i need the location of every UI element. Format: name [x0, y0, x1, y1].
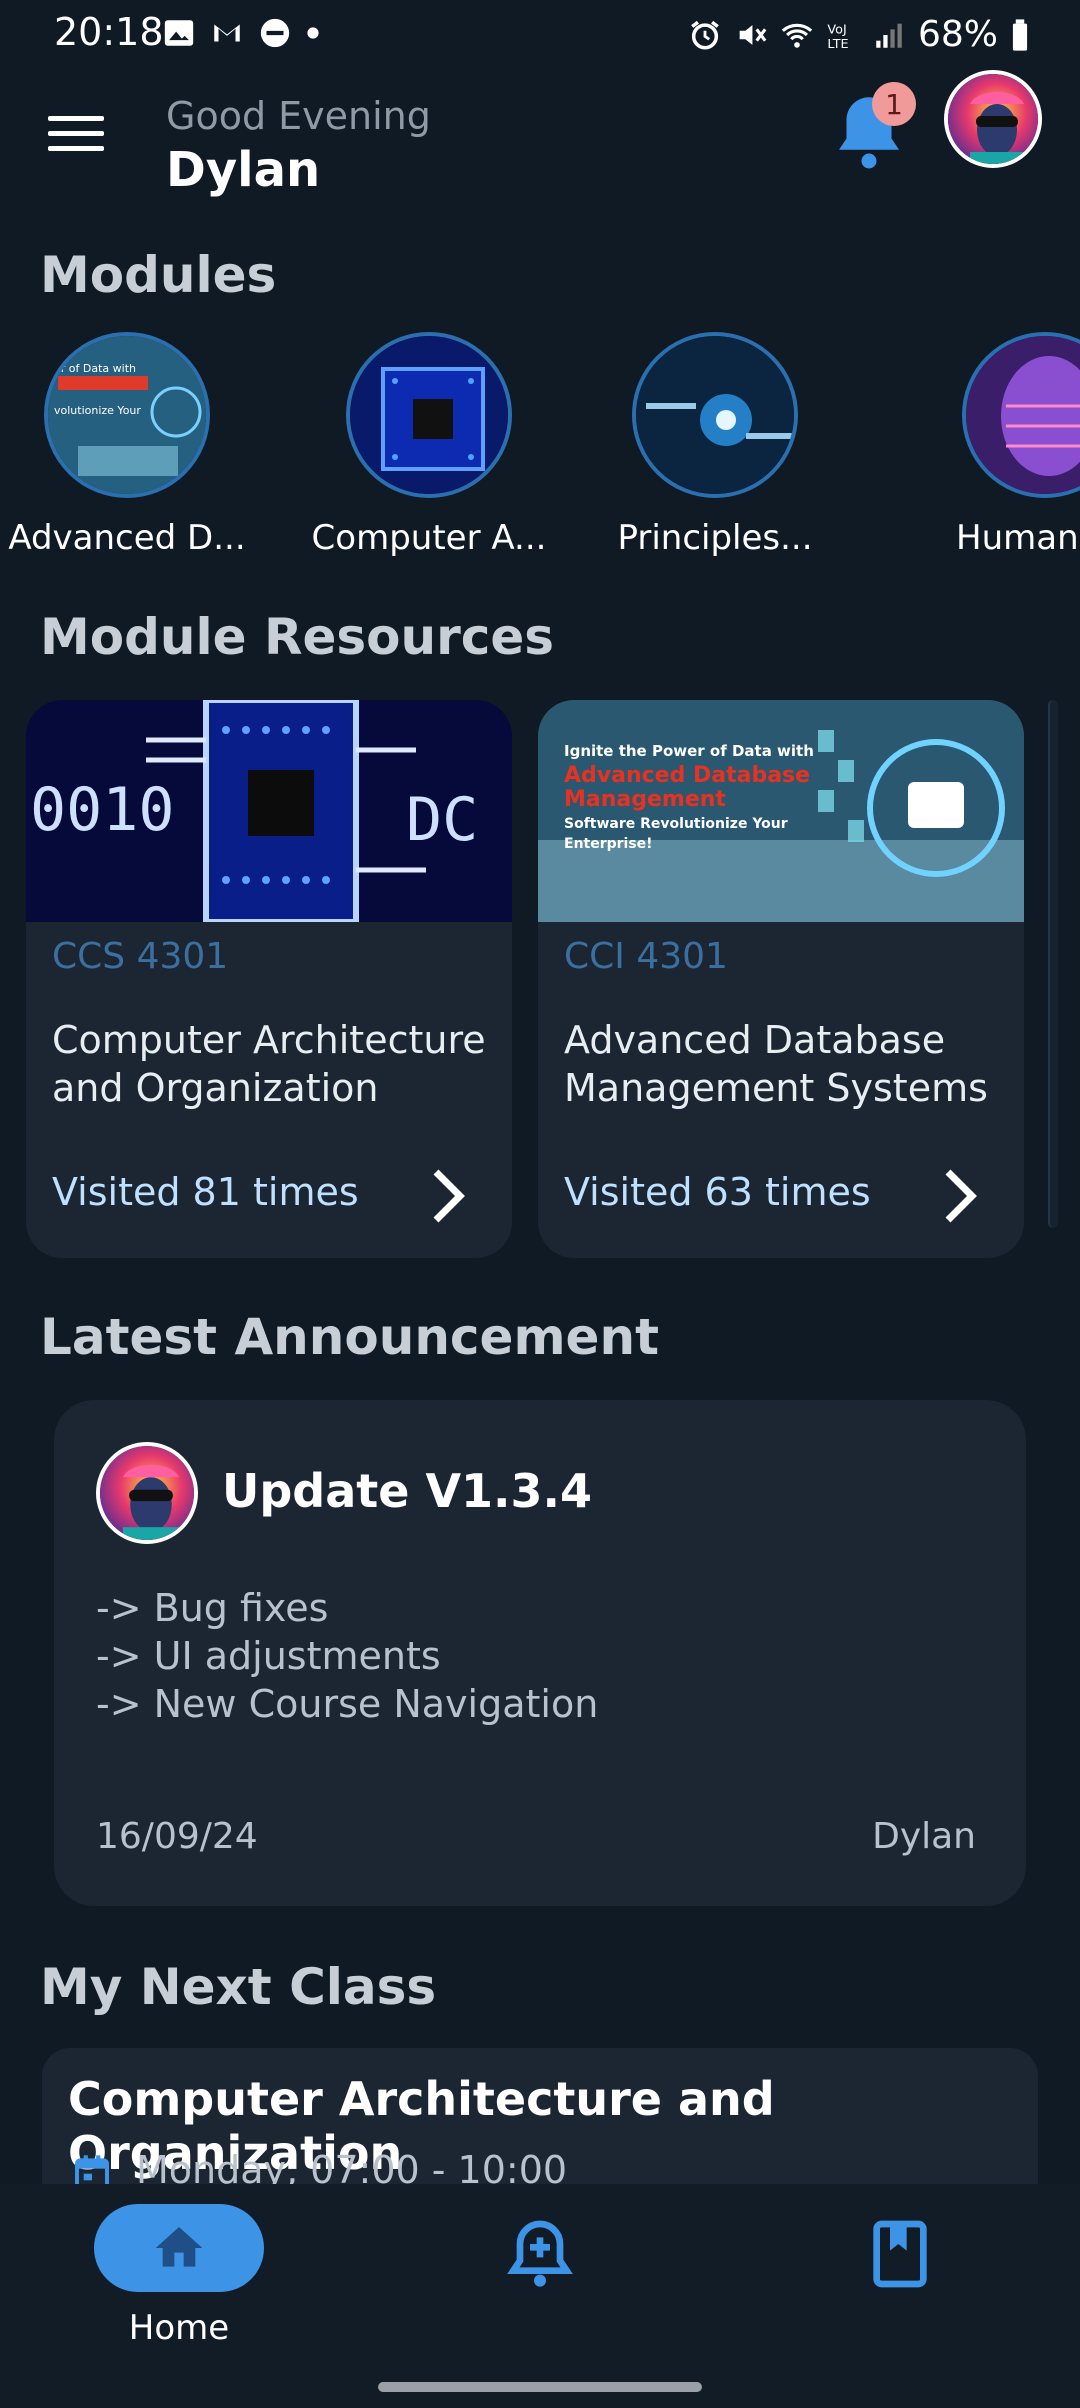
bottom-navigation: Home [0, 2184, 1080, 2408]
module-thumbnail: er of Data with volutionize Your [44, 332, 210, 498]
modules-carousel[interactable]: er of Data with volutionize Your Advanced… [0, 332, 1080, 572]
resource-card[interactable]: Ignite the Power of Data with Advanced D… [538, 700, 1024, 1258]
module-label: Computer A... [311, 518, 547, 558]
app-screen: 20:18 VoJ LTE 68% Good Evening Dylan 1 M… [0, 0, 1080, 2408]
resource-thumbnail: 0010 DC [26, 700, 512, 922]
resource-card[interactable]: 0010 DC CCS 4301 Computer Architecture a… [26, 700, 512, 1258]
announcement-body: -> Bug fixes -> UI adjustments -> New Co… [96, 1584, 598, 1728]
battery-icon [1012, 18, 1028, 51]
course-title: Advanced Database Management Systems [564, 1018, 988, 1110]
module-label: Advanced D... [8, 518, 246, 558]
home-indicator[interactable] [378, 2382, 702, 2392]
wifi-icon [781, 23, 813, 48]
alarm-icon [691, 20, 719, 50]
resources-section-title: Module Resources [40, 608, 555, 666]
course-code: CCS 4301 [52, 936, 229, 977]
announcement-avatar [96, 1442, 198, 1544]
home-icon [155, 2227, 203, 2267]
module-item[interactable]: er of Data with volutionize Your Advanced… [2, 332, 252, 558]
module-label: Principles... [617, 518, 813, 558]
notification-badge: 1 [872, 82, 916, 126]
next-card-edge [1048, 700, 1058, 1228]
announcement-date: 16/09/24 [96, 1816, 258, 1857]
gallery-icon [164, 20, 194, 46]
menu-button[interactable] [48, 116, 104, 160]
announcement-card[interactable]: Update V1.3.4 -> Bug fixes -> UI adjustm… [54, 1400, 1026, 1906]
signal-icon [876, 23, 902, 48]
announcement-line: -> New Course Navigation [96, 1682, 599, 1726]
menu-bar [48, 146, 104, 151]
chevron-right-icon[interactable] [424, 1166, 472, 1226]
module-label: Human Co [956, 518, 1080, 558]
module-item[interactable]: Principles... [590, 332, 840, 558]
announcement-author: Dylan [872, 1816, 976, 1857]
app-header: Good Evening Dylan 1 [0, 70, 1080, 200]
battery-percentage: 68% [917, 14, 998, 55]
svg-text:er of Data with: er of Data with [54, 362, 136, 375]
status-right-icons: VoJ LTE 68% [688, 14, 1030, 55]
thumb-text: Ignite the Power of Data with [564, 742, 814, 760]
greeting-text: Good Evening [166, 94, 431, 138]
volte-icon: VoJLTE [827, 22, 848, 51]
module-item[interactable]: Computer A... [304, 332, 554, 558]
course-title: Computer Architecture and Organization [52, 1018, 486, 1110]
next-class-section-title: My Next Class [40, 1958, 437, 2016]
menu-bar [48, 116, 104, 121]
svg-text:VoJ: VoJ [827, 22, 846, 37]
nav-home-label: Home [128, 2308, 230, 2348]
svg-text:DC: DC [406, 785, 478, 855]
svg-text:LTE: LTE [827, 36, 848, 51]
avatar-image [948, 74, 1038, 164]
thumb-text: Software Revolutionize Your [564, 816, 788, 832]
profile-avatar[interactable] [944, 70, 1042, 168]
announcement-line: -> UI adjustments [96, 1634, 441, 1678]
module-thumbnail [632, 332, 798, 498]
thumb-text: Enterprise! [564, 836, 653, 852]
svg-text:volutionize Your: volutionize Your [54, 404, 141, 417]
mute-icon [739, 24, 767, 45]
module-thumbnail [346, 332, 512, 498]
dnd-icon [260, 18, 290, 48]
visit-count: Visited 63 times [564, 1170, 871, 1214]
resource-thumbnail: Ignite the Power of Data with Advanced D… [538, 700, 1024, 922]
chevron-right-icon[interactable] [936, 1166, 984, 1226]
course-code: CCI 4301 [564, 936, 728, 977]
modules-section-title: Modules [40, 246, 277, 304]
announcement-icon[interactable] [500, 2214, 580, 2294]
book-icon[interactable] [860, 2214, 940, 2294]
gmail-icon [214, 24, 240, 42]
announcement-section-title: Latest Announcement [40, 1308, 659, 1366]
dot-icon [307, 27, 319, 39]
status-left-icons [162, 16, 320, 50]
module-item[interactable]: Human Co [920, 332, 1080, 558]
resources-carousel[interactable]: 0010 DC CCS 4301 Computer Architecture a… [0, 700, 1080, 1260]
announcement-title: Update V1.3.4 [222, 1464, 593, 1518]
status-bar: 20:18 VoJ LTE 68% [0, 0, 1080, 68]
visit-count: Visited 81 times [52, 1170, 359, 1214]
thumb-text: Advanced Database [564, 763, 810, 788]
svg-text:0010: 0010 [30, 775, 175, 845]
status-time: 20:18 [54, 10, 164, 54]
menu-bar [48, 131, 104, 136]
user-name: Dylan [166, 142, 321, 198]
module-thumbnail [962, 332, 1080, 498]
announcement-line: -> Bug fixes [96, 1586, 329, 1630]
nav-home-button[interactable] [94, 2204, 264, 2292]
thumb-text: Management [564, 787, 726, 812]
